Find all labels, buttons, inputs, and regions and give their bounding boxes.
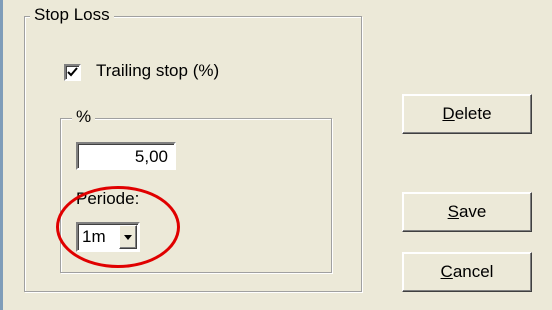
trailing-stop-label[interactable]: Trailing stop (%) — [96, 61, 219, 81]
save-label-rest: ave — [458, 202, 487, 221]
chevron-down-icon — [124, 235, 132, 240]
delete-label-rest: elete — [454, 104, 492, 123]
periode-dropdown-button[interactable] — [119, 225, 137, 249]
periode-selected-value: 1m — [82, 227, 106, 246]
trailing-stop-checkbox[interactable] — [64, 64, 81, 81]
delete-accel: D — [442, 104, 455, 123]
stop-loss-group-label: Stop Loss — [30, 6, 114, 24]
periode-label: Periode: — [76, 189, 140, 208]
cancel-label-rest: ancel — [452, 262, 494, 281]
save-button[interactable]: Save — [402, 192, 532, 232]
delete-button[interactable]: Delete — [402, 94, 532, 134]
periode-select[interactable]: 1m — [76, 222, 140, 252]
percent-value-input[interactable]: 5,00 — [76, 142, 176, 170]
percent-value-text: 5,00 — [134, 147, 168, 166]
percent-group-label: % — [72, 108, 96, 126]
checkmark-icon — [67, 67, 78, 77]
save-accel: S — [447, 202, 459, 221]
cancel-accel: C — [440, 262, 453, 281]
window-left-edge — [0, 0, 3, 310]
cancel-button[interactable]: Cancel — [402, 252, 532, 292]
